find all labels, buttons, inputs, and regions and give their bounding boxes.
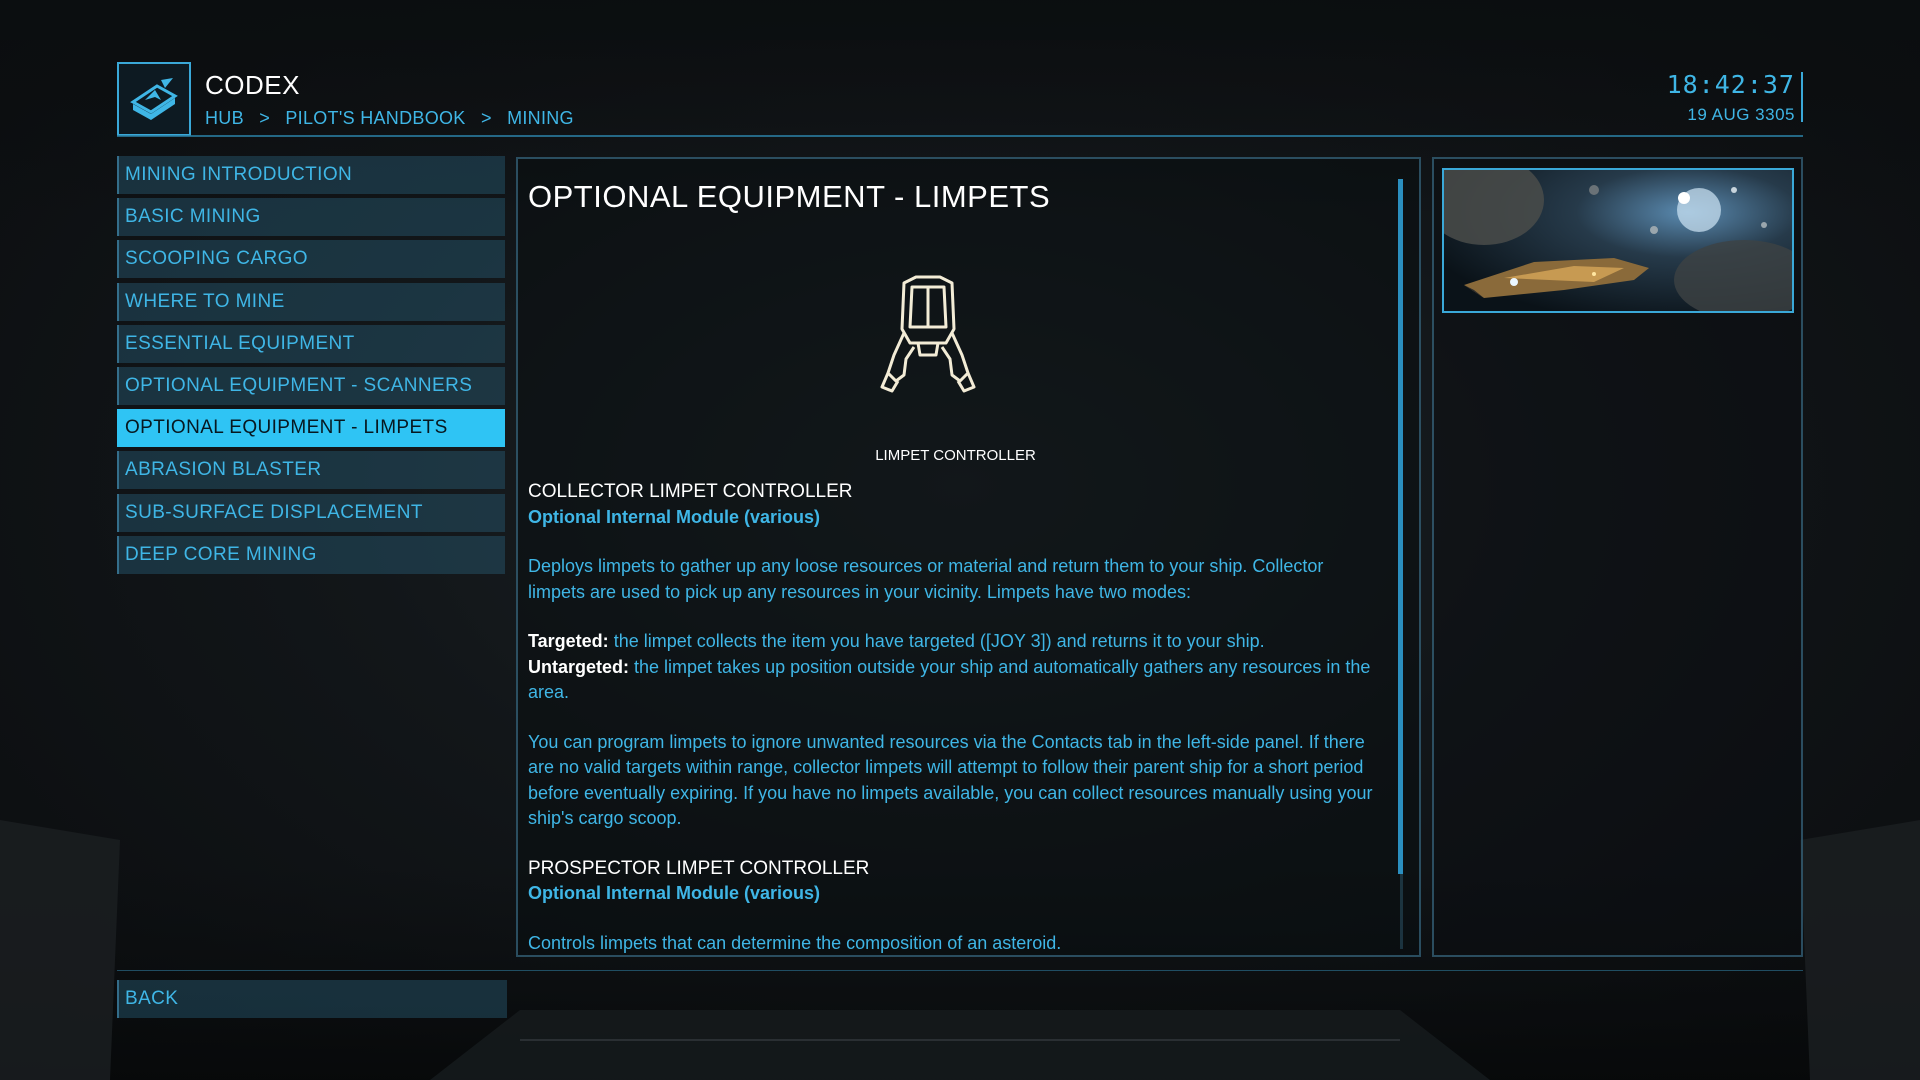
targeted-mode-line: Targeted: the limpet collects the item y…: [528, 629, 1383, 655]
breadcrumb-mining[interactable]: MINING: [507, 108, 574, 128]
nav-item-abrasion-blaster[interactable]: ABRASION BLASTER: [117, 451, 505, 490]
section-collector-title: COLLECTOR LIMPET CONTROLLER: [528, 481, 853, 502]
section-prospector-subtitle: Optional Internal Module (various): [528, 883, 821, 903]
targeted-label: Targeted:: [528, 631, 609, 651]
mining-ship-image[interactable]: [1442, 168, 1794, 313]
nav-item-basic-mining[interactable]: BASIC MINING: [117, 198, 505, 237]
section-prospector-title: PROSPECTOR LIMPET CONTROLLER: [528, 857, 870, 879]
targeted-text: the limpet collects the item you have ta…: [608, 631, 1265, 651]
nav-item-where-to-mine[interactable]: WHERE TO MINE: [117, 282, 505, 321]
section-collector-subtitle: Optional Internal Module (various): [528, 506, 821, 527]
figure-caption: LIMPET CONTROLLER: [875, 447, 1036, 464]
footer-divider: [117, 970, 1803, 971]
section-prospector-description: Controls limpets that can determine the …: [528, 932, 1062, 953]
topic-nav: MINING INTRODUCTION BASIC MINING SCOOPIN…: [117, 156, 505, 578]
untargeted-mode-line: Untargeted: the limpet takes up position…: [528, 655, 1383, 706]
article-body: COLLECTOR LIMPET CONTROLLER Optional Int…: [528, 479, 1383, 956]
section-collector-notes: You can program limpets to ignore unwant…: [528, 731, 1373, 829]
breadcrumb-separator: >: [480, 108, 492, 128]
back-button[interactable]: BACK: [117, 980, 507, 1018]
breadcrumb-separator: >: [259, 108, 271, 128]
codex-book-icon: [117, 62, 191, 136]
article-title: OPTIONAL EQUIPMENT - LIMPETS: [528, 179, 1051, 214]
media-panel: [1432, 157, 1803, 957]
header: CODEX HUB > PILOT'S HANDBOOK > MINING 18…: [117, 60, 1803, 136]
clock-date: 19 AUG 3305: [1687, 105, 1795, 124]
nav-item-essential-equipment[interactable]: ESSENTIAL EQUIPMENT: [117, 324, 505, 363]
clock: 18:42:37 19 AUG 3305: [1667, 70, 1795, 125]
article: OPTIONAL EQUIPMENT - LIMPETS: [528, 179, 1383, 215]
scrollbar-thumb[interactable]: [1398, 179, 1403, 874]
nav-item-sub-surface-displacement[interactable]: SUB-SURFACE DISPLACEMENT: [117, 493, 505, 532]
breadcrumb-hub[interactable]: HUB: [205, 108, 244, 128]
header-divider: [117, 135, 1803, 137]
nav-item-mining-introduction[interactable]: MINING INTRODUCTION: [117, 156, 505, 194]
nav-item-optional-equipment-scanners[interactable]: OPTIONAL EQUIPMENT - SCANNERS: [117, 366, 505, 405]
untargeted-text: the limpet takes up position outside you…: [528, 656, 1371, 703]
breadcrumb-pilots-handbook[interactable]: PILOT'S HANDBOOK: [285, 108, 465, 128]
nav-item-optional-equipment-limpets[interactable]: OPTIONAL EQUIPMENT - LIMPETS: [117, 409, 505, 448]
section-collector-description: Deploys limpets to gather up any loose r…: [528, 556, 1324, 602]
untargeted-label: Untargeted:: [528, 656, 630, 677]
article-panel: OPTIONAL EQUIPMENT - LIMPETS LIMPET CONT…: [516, 157, 1421, 957]
clock-time: 18:42:37: [1666, 70, 1795, 99]
nav-item-scooping-cargo[interactable]: SCOOPING CARGO: [117, 240, 505, 279]
limpet-drone-icon: [880, 275, 976, 393]
clock-divider: [1801, 72, 1803, 122]
nav-item-deep-core-mining[interactable]: DEEP CORE MINING: [117, 535, 505, 574]
page-title: CODEX: [205, 70, 300, 100]
breadcrumb: HUB > PILOT'S HANDBOOK > MINING: [205, 108, 584, 129]
